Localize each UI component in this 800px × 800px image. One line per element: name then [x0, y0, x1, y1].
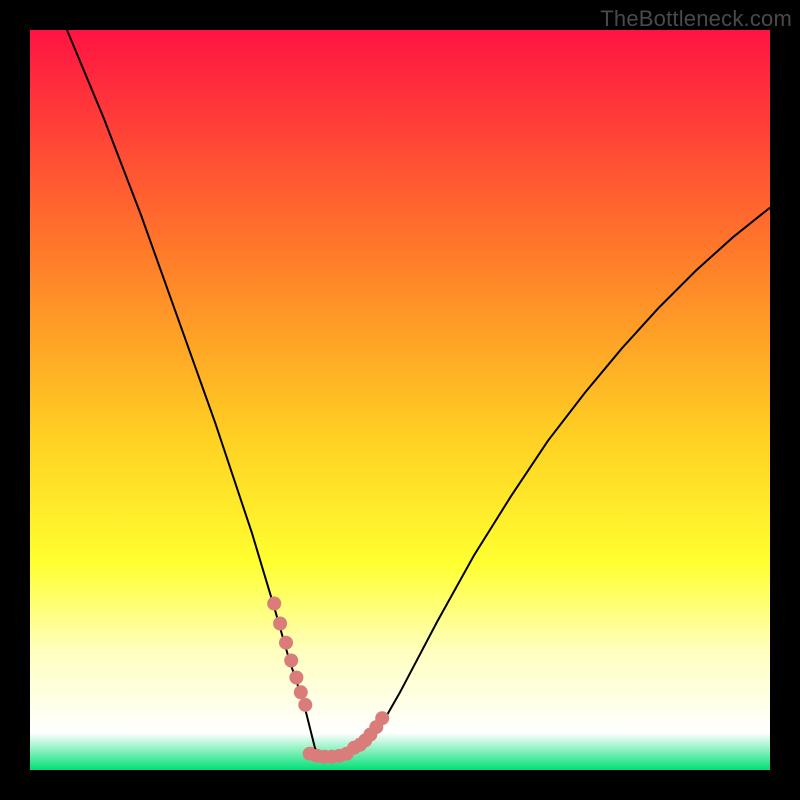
marker-dot	[298, 698, 312, 712]
marker-dot	[294, 685, 308, 699]
marker-dot	[284, 654, 298, 668]
gradient-background	[30, 30, 770, 770]
chart-svg	[30, 30, 770, 770]
marker-dot	[267, 597, 281, 611]
watermark-label: TheBottleneck.com	[600, 6, 792, 32]
marker-dot	[375, 711, 389, 725]
chart-plot-area	[30, 30, 770, 770]
marker-dot	[279, 636, 293, 650]
marker-dot	[340, 747, 354, 761]
chart-frame: TheBottleneck.com	[0, 0, 800, 800]
marker-dot	[289, 671, 303, 685]
marker-dot	[273, 617, 287, 631]
